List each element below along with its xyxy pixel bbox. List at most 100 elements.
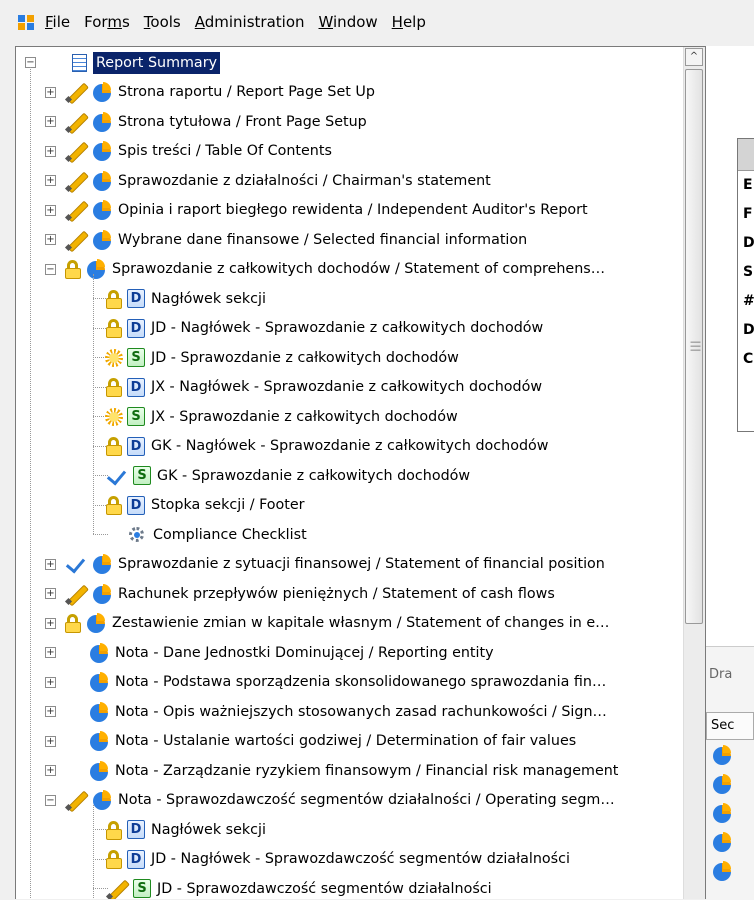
expand-icon[interactable]: + — [45, 116, 56, 127]
tree-item[interactable]: D JD - Nagłówek - Sprawozdawczość segment… — [104, 845, 573, 874]
tree-item[interactable]: Wybrane dane finansowe / Selected financ… — [63, 225, 530, 254]
lock-icon — [104, 289, 124, 309]
scroll-up-button[interactable]: ^ — [685, 48, 703, 66]
tree-item[interactable]: Nota - Podstawa sporządzenia skonsolidow… — [63, 668, 609, 697]
grid-cell[interactable]: D — [738, 229, 754, 258]
pencil-icon — [63, 171, 89, 191]
tree-item[interactable]: Sprawozdanie z całkowitych dochodów / St… — [63, 255, 608, 284]
pie-chart-icon — [92, 790, 112, 810]
menu-forms[interactable]: Forms — [79, 13, 139, 31]
tree-connector — [93, 273, 94, 534]
tree-item[interactable]: S GK - Sprawozdanie z całkowitych dochodó… — [104, 461, 473, 490]
tree-item[interactable]: Sprawozdanie z działalności / Chairman's… — [63, 166, 494, 195]
section-column-header[interactable]: Sec — [706, 712, 754, 740]
menu-file[interactable]: File — [40, 13, 79, 31]
pie-chart-icon — [92, 583, 112, 604]
expand-icon[interactable]: + — [45, 676, 56, 688]
grid-cell[interactable]: E — [738, 171, 754, 200]
lock-icon — [63, 613, 83, 633]
expand-icon[interactable]: + — [45, 175, 56, 186]
expand-icon[interactable]: + — [45, 588, 56, 599]
expand-icon[interactable]: + — [45, 204, 56, 216]
pie-chart-icon — [92, 141, 112, 161]
tree-item[interactable]: D JD - Nagłówek - Sprawozdanie z całkowit… — [104, 314, 546, 343]
tree-item[interactable]: Nota - Ustalanie wartości godziwej / Det… — [63, 727, 579, 756]
pie-icon — [712, 832, 732, 852]
tree-item[interactable]: Rachunek przepływów pieniężnych / Statem… — [63, 579, 558, 608]
pencil-icon — [63, 82, 89, 102]
tree-item[interactable]: D Nagłówek sekcji — [104, 815, 269, 844]
tree-item[interactable]: Sprawozdanie z sytuacji finansowej / Sta… — [63, 550, 608, 579]
expand-icon[interactable]: + — [45, 617, 56, 629]
grid-cell[interactable]: F — [738, 200, 754, 229]
tree-item-label: Wybrane dane finansowe / Selected financ… — [118, 231, 528, 248]
tree-item[interactable]: D Nagłówek sekcji — [104, 284, 269, 313]
tree-item[interactable]: Nota - Sprawozdawczość segmentów działal… — [63, 786, 618, 815]
tree-item-label: Zestawienie zmian w kapitale własnym / S… — [112, 615, 610, 631]
menu-window[interactable]: Window — [314, 13, 387, 31]
expand-icon[interactable]: + — [45, 234, 56, 245]
document-icon: D — [127, 377, 145, 397]
expand-icon[interactable]: + — [45, 558, 56, 570]
tree-item[interactable]: Strona tytułowa / Front Page Setup — [63, 107, 370, 136]
tree-item-label: Stopka sekcji / Footer — [151, 497, 305, 513]
tree-item-label: Nota - Zarządzanie ryzykiem finansowym /… — [115, 762, 619, 779]
tree-item[interactable]: Opinia i raport biegłego rewidenta / Ind… — [63, 196, 591, 225]
collapse-icon[interactable]: − — [45, 263, 56, 275]
collapse-icon[interactable]: − — [45, 794, 56, 806]
menu-help[interactable]: Help — [387, 13, 435, 31]
tree-item[interactable]: Nota - Dane Jednostki Dominującej / Repo… — [63, 638, 497, 667]
expand-icon[interactable]: + — [45, 735, 56, 747]
document-icon: D — [127, 849, 145, 869]
tree-item[interactable]: Zestawienie zmian w kapitale własnym / S… — [63, 609, 612, 638]
expand-icon[interactable]: + — [45, 706, 56, 717]
tree-item-label: Spis treści / Table Of Contents — [118, 143, 332, 159]
pie-icon — [712, 803, 732, 823]
grid-cell[interactable]: D — [738, 316, 754, 345]
tree-scrollbar[interactable]: ^ — — — — [683, 47, 705, 899]
tree-item[interactable]: Report Summary — [70, 48, 221, 77]
pie-chart-icon — [92, 82, 112, 102]
tree-item[interactable]: D Stopka sekcji / Footer — [104, 491, 308, 520]
tree-item-label: JD - Nagłówek - Sprawozdawczość segmentó… — [151, 851, 570, 867]
tree-item[interactable]: Spis treści / Table Of Contents — [63, 137, 335, 166]
menu-tools[interactable]: Tools — [139, 13, 190, 31]
document-icon: D — [127, 289, 145, 308]
tree-item-label: Strona tytułowa / Front Page Setup — [118, 113, 367, 130]
tree-connector — [30, 67, 31, 899]
tree-item-label: Nagłówek sekcji — [151, 821, 266, 838]
tree-item[interactable]: D JX - Nagłówek - Sprawozdanie z całkowit… — [104, 373, 545, 402]
pie-chart-icon — [86, 259, 106, 279]
tree-item-label: Nota - Opis ważniejszych stosowanych zas… — [115, 703, 607, 720]
schedule-icon: S — [133, 879, 151, 898]
tree-item[interactable]: Compliance Checklist — [104, 520, 310, 549]
menu-administration[interactable]: Administration — [190, 13, 314, 31]
gear-icon — [127, 525, 147, 545]
schedule-icon: S — [127, 348, 145, 367]
tree-item[interactable]: Nota - Zarządzanie ryzykiem finansowym /… — [63, 756, 621, 785]
scroll-thumb[interactable]: — — — — [685, 69, 703, 624]
grid-cell[interactable]: S — [738, 258, 754, 287]
report-icon — [70, 53, 90, 73]
expand-icon[interactable]: + — [45, 765, 56, 776]
tree-item-label: Compliance Checklist — [153, 526, 307, 543]
tree-item[interactable]: D GK - Nagłówek - Sprawozdanie z całkowit… — [104, 432, 551, 461]
properties-grid: E F D S # D C — [737, 138, 754, 432]
tree-item-label: GK - Sprawozdanie z całkowitych dochodów — [157, 467, 471, 484]
tree-item[interactable]: S JX - Sprawozdanie z całkowitych dochodó… — [104, 402, 461, 431]
pie-chart-icon — [89, 760, 109, 781]
expand-icon[interactable]: + — [45, 145, 56, 157]
lock-icon — [104, 436, 124, 456]
expand-icon[interactable]: + — [45, 647, 56, 658]
lock-icon — [104, 495, 124, 515]
checkmark-icon — [63, 554, 89, 574]
tree-item-label: JD - Sprawozdawczość segmentów działalno… — [157, 880, 492, 897]
right-panel: E F D S # D C Dra Sec — [706, 46, 754, 900]
tree-item[interactable]: S JD - Sprawozdawczość segmentów działaln… — [104, 874, 495, 899]
tree-item[interactable]: Nota - Opis ważniejszych stosowanych zas… — [63, 697, 610, 726]
tree-item[interactable]: S JD - Sprawozdanie z całkowitych dochodó… — [104, 343, 462, 372]
grid-cell[interactable]: # — [738, 287, 754, 316]
tree-item[interactable]: Strona raportu / Report Page Set Up — [63, 78, 378, 107]
grid-cell[interactable]: C — [738, 345, 754, 374]
expand-icon[interactable]: + — [45, 86, 56, 98]
